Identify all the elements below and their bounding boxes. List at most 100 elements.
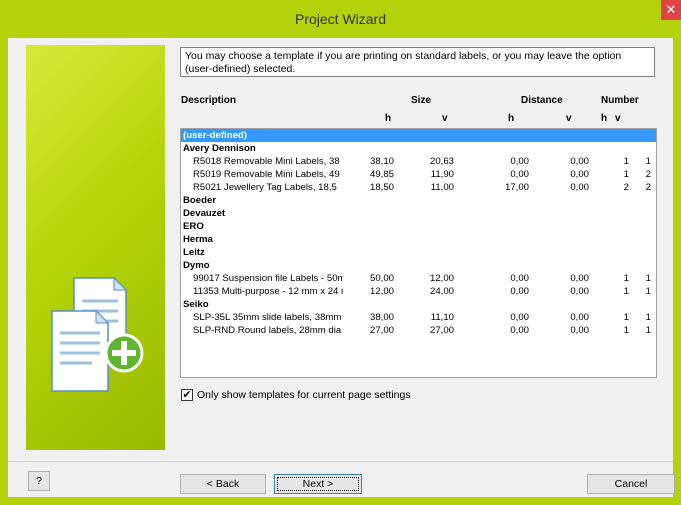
row-description: 99017 Suspension file Labels - 50m	[193, 273, 343, 284]
list-item[interactable]: 99017 Suspension file Labels - 50m 50,00 1…	[181, 272, 656, 285]
header-distance-h: h	[508, 113, 515, 124]
help-button[interactable]: ?	[28, 471, 50, 491]
list-group-header[interactable]: Herma	[181, 233, 656, 246]
row-description: Dymo	[183, 260, 210, 271]
list-item[interactable]: R5018 Removable Mini Labels, 38 38,10 20,6…	[181, 155, 656, 168]
row-number-v: 1	[645, 325, 651, 336]
new-document-icon	[51, 276, 144, 392]
row-distance-v: 0,00	[570, 273, 589, 284]
list-group-header[interactable]: Leitz	[181, 246, 656, 259]
list-item[interactable]: 11353 Multi-purpose - 12 mm x 24 mm 12,00…	[181, 285, 656, 298]
list-group-header[interactable]: Dymo	[181, 259, 656, 272]
row-size-v: 11,10	[430, 312, 454, 323]
row-distance-v: 0,00	[570, 182, 589, 193]
intro-text: You may choose a template if you are pri…	[180, 47, 655, 77]
list-group-header[interactable]: Devauzet	[181, 207, 656, 220]
footer-separator	[8, 461, 673, 462]
row-description: SLP-RND Round labels, 28mm dia	[193, 325, 342, 336]
window-frame-bottom	[0, 497, 681, 505]
row-distance-h: 0,00	[510, 312, 529, 323]
row-description: SLP-35L 35mm slide labels, 38mm x	[193, 312, 343, 323]
header-number-v: v	[615, 113, 621, 124]
row-distance-h: 17,00	[504, 182, 529, 193]
header-size-h: h	[385, 113, 392, 124]
row-description: Boeder	[183, 195, 217, 206]
row-description: (user-defined)	[183, 130, 247, 141]
row-description: R5021 Jewellery Tag Labels, 18,5	[193, 182, 337, 193]
header-distance: Distance	[521, 95, 563, 106]
row-distance-h: 0,00	[510, 286, 529, 297]
only-current-settings-checkbox[interactable]: ✔	[181, 389, 193, 401]
header-size: Size	[411, 95, 432, 106]
row-size-v: 11,00	[430, 182, 454, 193]
title-bar: Project Wizard ✕	[0, 0, 681, 38]
list-item[interactable]: (user-defined)	[181, 129, 656, 142]
row-distance-h: 0,00	[510, 156, 529, 167]
window-frame-right	[673, 38, 681, 505]
row-size-h: 50,00	[369, 273, 394, 284]
row-description: 11353 Multi-purpose - 12 mm x 24 mm	[193, 286, 343, 297]
row-distance-v: 0,00	[570, 325, 589, 336]
row-size-h: 38,10	[369, 156, 394, 167]
row-number-v: 1	[645, 312, 651, 323]
close-button[interactable]: ✕	[661, 0, 681, 20]
row-number-v: 2	[645, 182, 651, 193]
header-number-h: h	[601, 113, 608, 124]
row-distance-v: 0,00	[570, 156, 589, 167]
row-size-v: 11,90	[430, 169, 454, 180]
row-distance-v: 0,00	[570, 286, 589, 297]
wizard-side-panel	[26, 45, 165, 450]
list-item[interactable]: SLP-RND Round labels, 28mm dia 27,00 27,00…	[181, 324, 656, 337]
back-button[interactable]: < Back	[180, 474, 266, 494]
row-distance-h: 0,00	[510, 273, 529, 284]
row-description: R5019 Removable Mini Labels, 49	[193, 169, 340, 180]
row-size-v: 12,00	[429, 273, 454, 284]
row-number-v: 1	[645, 273, 651, 284]
row-number-h: 1	[623, 273, 629, 284]
list-group-header[interactable]: ERO	[181, 220, 656, 233]
list-group-header[interactable]: Boeder	[181, 194, 656, 207]
row-size-v: 27,00	[429, 325, 454, 336]
list-group-header[interactable]: Avery Dennison	[181, 142, 656, 155]
row-description: Avery Dennison	[183, 143, 256, 154]
row-distance-h: 0,00	[510, 169, 529, 180]
row-description: Devauzet	[183, 208, 226, 219]
list-item[interactable]: R5021 Jewellery Tag Labels, 18,5 18,50 11,…	[181, 181, 656, 194]
row-number-v: 1	[645, 156, 651, 167]
list-item[interactable]: R5019 Removable Mini Labels, 49 49,85 11,9…	[181, 168, 656, 181]
row-description: Herma	[183, 234, 213, 245]
row-description: R5018 Removable Mini Labels, 38	[193, 156, 340, 167]
row-description: Seiko	[183, 299, 209, 310]
row-size-h: 27,00	[369, 325, 394, 336]
header-size-v: v	[442, 113, 448, 124]
row-size-h: 49,85	[369, 169, 394, 180]
row-number-v: 2	[645, 169, 651, 180]
header-description: Description	[181, 95, 237, 106]
row-size-h: 38,00	[369, 312, 394, 323]
row-size-h: 12,00	[369, 286, 394, 297]
row-size-v: 24,00	[429, 286, 454, 297]
row-number-h: 1	[623, 169, 629, 180]
row-number-h: 1	[623, 312, 629, 323]
row-number-v: 1	[645, 286, 651, 297]
row-distance-v: 0,00	[570, 312, 589, 323]
template-list[interactable]: (user-defined) Avery Dennison R5018 Remova…	[180, 128, 657, 378]
row-description: ERO	[183, 221, 204, 232]
row-description: Leitz	[183, 247, 205, 258]
row-size-v: 20,63	[429, 156, 454, 167]
row-distance-v: 0,00	[570, 169, 589, 180]
window-frame-left	[0, 38, 8, 505]
row-number-h: 1	[623, 156, 629, 167]
cancel-button[interactable]: Cancel	[587, 474, 675, 494]
window-title: Project Wizard	[294, 11, 387, 27]
row-number-h: 1	[623, 325, 629, 336]
row-distance-h: 0,00	[510, 325, 529, 336]
next-button[interactable]: Next >	[274, 474, 362, 494]
list-group-header[interactable]: Seiko	[181, 298, 656, 311]
only-current-settings-label[interactable]: Only show templates for current page set…	[197, 389, 411, 401]
row-size-h: 18,50	[369, 182, 394, 193]
list-item[interactable]: SLP-35L 35mm slide labels, 38mm x 38,00 11…	[181, 311, 656, 324]
header-distance-v: v	[566, 113, 572, 124]
row-number-h: 2	[623, 182, 629, 193]
row-number-h: 1	[623, 286, 629, 297]
